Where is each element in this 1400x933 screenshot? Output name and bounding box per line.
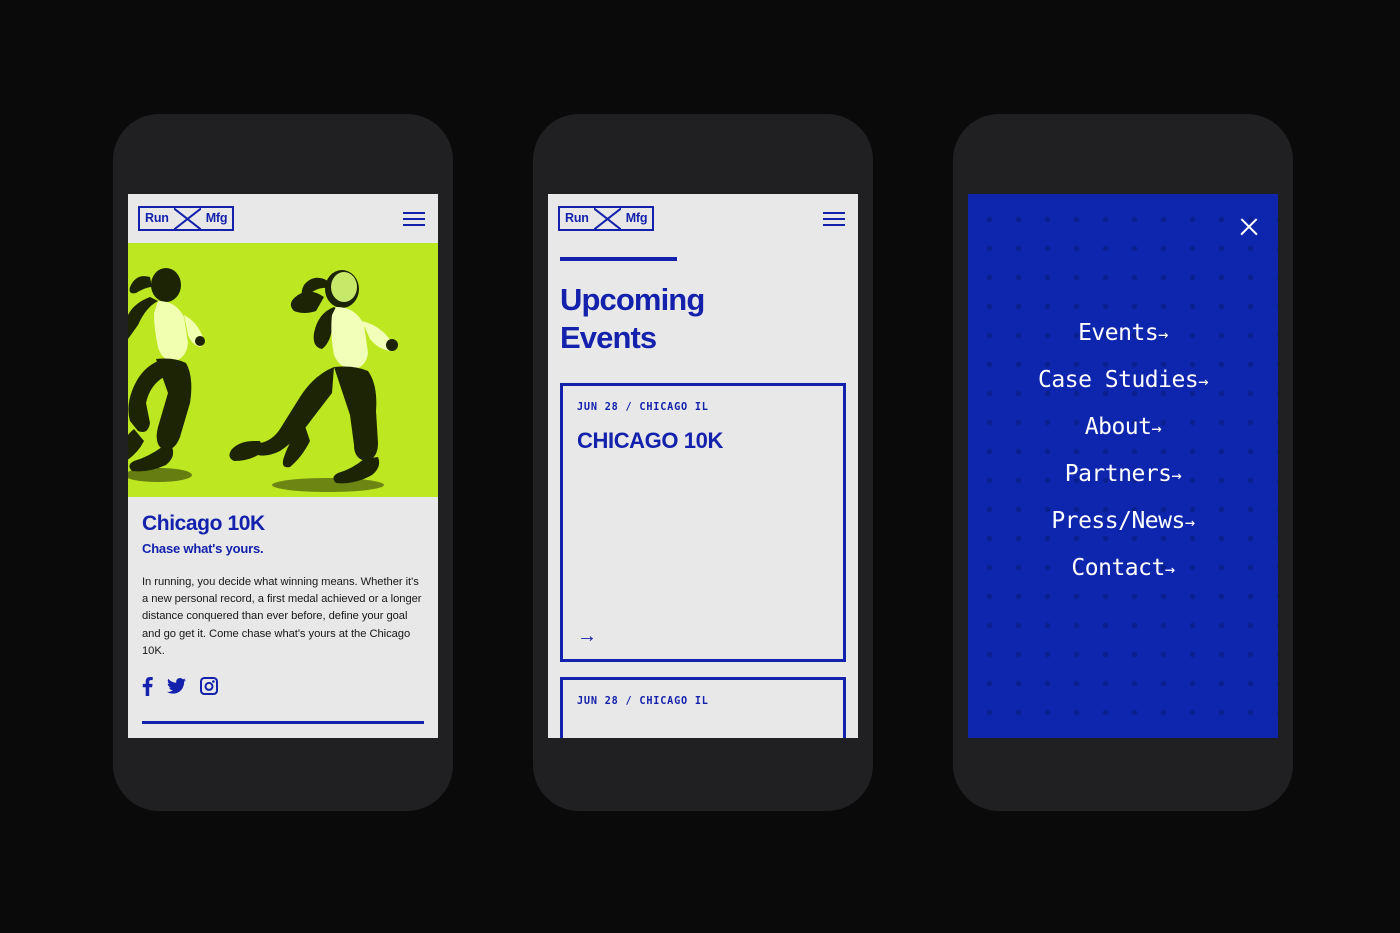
hamburger-bar: [823, 223, 845, 226]
hero-image-runners: [128, 243, 438, 497]
app-header: Run Mfg: [548, 194, 858, 243]
menu-item-about[interactable]: About→: [968, 416, 1278, 439]
menu-item-partners[interactable]: Partners→: [968, 463, 1278, 486]
navigation-menu: Events→ Case Studies→ About→ Partners→ P…: [968, 322, 1278, 604]
section-rule: [560, 257, 677, 261]
brand-logo[interactable]: Run Mfg: [138, 206, 235, 231]
menu-item-events[interactable]: Events→: [968, 322, 1278, 345]
hamburger-bar: [403, 211, 425, 214]
logo-word-mfg: Mfg: [205, 211, 228, 226]
page-subtitle: Chase what's yours.: [142, 541, 264, 557]
event-description: In running, you decide what winning mean…: [142, 576, 422, 657]
arrow-right-icon: →: [1151, 419, 1162, 439]
twitter-icon[interactable]: [167, 678, 186, 694]
hamburger-icon[interactable]: [403, 211, 425, 226]
facebook-icon[interactable]: [142, 676, 153, 696]
menu-item-label: Partners: [1064, 461, 1172, 487]
facebook-glyph: [142, 676, 153, 696]
page-title-line1: Upcoming: [560, 282, 705, 317]
social-links: [142, 676, 424, 696]
arrow-right-icon: →: [1164, 560, 1175, 580]
runners-illustration: [128, 243, 438, 497]
phone-mockup-event-detail: Run Mfg Chicago 10K Chase what's yours. …: [113, 114, 453, 811]
arrow-right-icon: →: [1171, 466, 1182, 486]
event-card[interactable]: JUN 28 / CHICAGO IL: [560, 676, 846, 738]
event-card-meta: JUN 28 / CHICAGO IL: [577, 401, 709, 413]
event-detail-content: Chicago 10K Chase what's yours. In runni…: [128, 497, 438, 724]
x-mark-icon: [174, 208, 201, 229]
menu-item-contact[interactable]: Contact→: [968, 557, 1278, 580]
footer-divider: [142, 720, 424, 724]
menu-item-label: Contact: [1071, 555, 1165, 581]
arrow-right-icon[interactable]: →: [577, 626, 829, 646]
menu-item-label: About: [1084, 414, 1152, 440]
menu-item-label: Case Studies: [1038, 367, 1199, 393]
logo-word-run: Run: [565, 211, 589, 226]
brand-logo[interactable]: Run Mfg: [558, 206, 655, 231]
events-list-content: Upcoming Events JUN 28 / CHICAGO IL CHIC…: [548, 243, 858, 738]
menu-item-label: Events: [1078, 320, 1159, 346]
event-card-title: CHICAGO 10K: [577, 427, 723, 453]
app-header: Run Mfg: [128, 194, 438, 243]
logo-word-run: Run: [145, 211, 169, 226]
hamburger-bar: [823, 211, 845, 214]
hamburger-bar: [823, 217, 845, 220]
logo-word-mfg: Mfg: [625, 211, 648, 226]
phone-mockup-events-list: Run Mfg Upcoming Events JUN 28 / CHICAGO…: [533, 114, 873, 811]
event-card-meta: JUN 28 / CHICAGO IL: [577, 695, 709, 707]
presentation-stage: Run Mfg Chicago 10K Chase what's yours. …: [0, 0, 1400, 933]
close-icon[interactable]: [1238, 216, 1260, 238]
event-card[interactable]: JUN 28 / CHICAGO IL CHICAGO 10K →: [560, 382, 846, 662]
page-title: Chicago 10K: [142, 512, 265, 535]
page-title-line2: Events: [560, 319, 657, 355]
phone-mockup-menu: Events→ Case Studies→ About→ Partners→ P…: [953, 114, 1293, 811]
arrow-right-icon: →: [1198, 372, 1208, 392]
instagram-glyph: [200, 677, 218, 696]
menu-item-press-news[interactable]: Press/News→: [968, 510, 1278, 533]
hamburger-bar: [403, 217, 425, 220]
x-mark-icon: [594, 208, 621, 229]
screen-event-detail: Run Mfg Chicago 10K Chase what's yours. …: [128, 194, 438, 738]
instagram-icon[interactable]: [200, 677, 218, 696]
hamburger-bar: [403, 223, 425, 226]
hamburger-icon[interactable]: [823, 211, 845, 226]
page-title: Upcoming Events: [560, 281, 846, 357]
twitter-glyph: [167, 678, 186, 694]
menu-item-label: Press/News: [1051, 508, 1185, 534]
menu-item-case-studies[interactable]: Case Studies→: [968, 369, 1278, 392]
screen-navigation-menu: Events→ Case Studies→ About→ Partners→ P…: [968, 194, 1278, 738]
arrow-right-icon: →: [1158, 325, 1168, 345]
screen-events-list: Run Mfg Upcoming Events JUN 28 / CHICAGO…: [548, 194, 858, 738]
arrow-right-icon: →: [1184, 513, 1195, 533]
